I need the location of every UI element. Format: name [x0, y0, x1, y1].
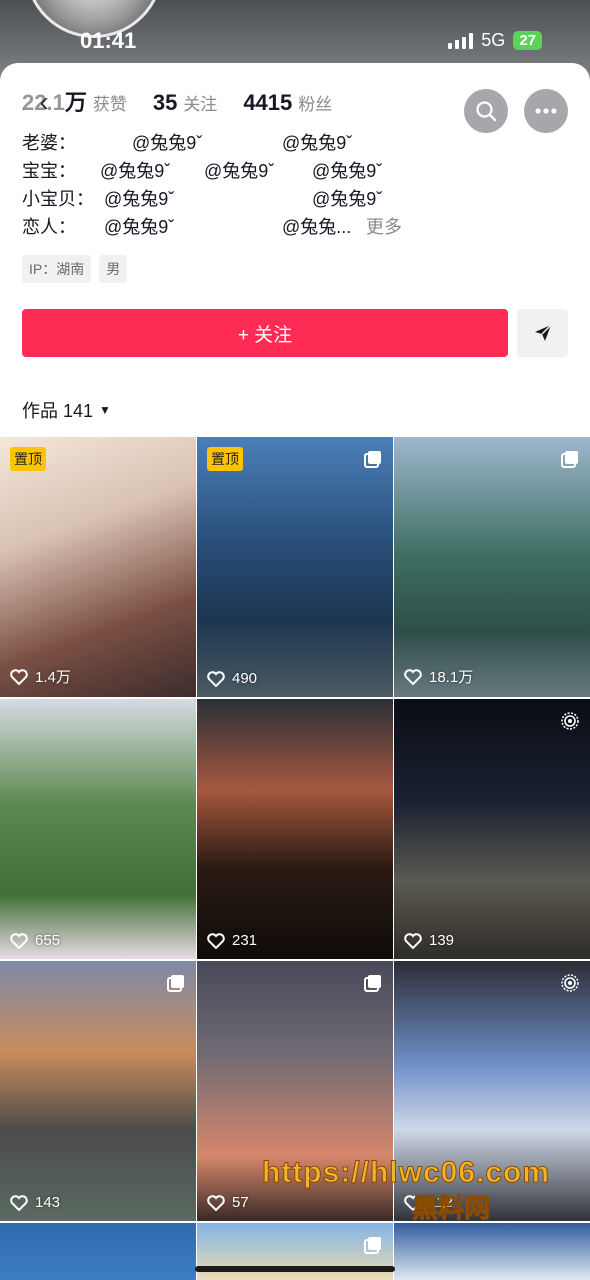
like-count: 655 [10, 932, 60, 949]
multi-image-icon [364, 975, 381, 992]
share-button[interactable] [517, 309, 568, 357]
relation-mention[interactable]: @兔兔9ˇ [104, 185, 174, 211]
heart-icon [10, 932, 28, 949]
video-thumbnail[interactable]: 139 [394, 699, 590, 959]
heart-icon [404, 668, 422, 685]
relation-mention[interactable]: @兔兔... [282, 213, 351, 239]
search-icon [476, 101, 497, 122]
multi-image-icon [561, 451, 578, 468]
relation-row: 宝宝： @兔兔9ˇ @兔兔9ˇ @兔兔9ˇ [22, 157, 442, 185]
video-grid: 置顶 1.4万 置顶 490 18.1万 655 231 139 143 57 [0, 437, 590, 1280]
like-count-value: 231 [232, 932, 258, 949]
like-count: 1.4万 [10, 666, 71, 687]
relation-label: 恋人： [22, 217, 76, 237]
like-count-value: 57 [232, 1194, 249, 1211]
gender-tag: 男 [99, 255, 128, 283]
relation-mention[interactable]: @兔兔9ˇ [100, 157, 170, 183]
back-chevron-icon[interactable]: ‹ [22, 80, 66, 124]
like-count-value: 143 [35, 1194, 61, 1211]
battery-level: 27 [519, 32, 536, 49]
pinned-badge: 置顶 [207, 447, 243, 471]
watermark-text: 黑料网 [412, 1193, 491, 1224]
following-label[interactable]: 关注 [183, 90, 217, 115]
relation-label: 宝宝： [22, 161, 76, 181]
caret-down-icon: ▼ [99, 403, 111, 417]
like-count-value: 655 [35, 932, 61, 949]
pinned-badge: 置顶 [10, 447, 46, 471]
profile-card: 22.1万 获赞 35 关注 4415 粉丝 老婆： @兔兔9ˇ @兔兔9ˇ 宝… [0, 63, 590, 1280]
more-dots-icon [535, 108, 557, 114]
video-thumbnail[interactable] [394, 1223, 590, 1280]
likes-label: 获赞 [92, 95, 127, 114]
relation-mention[interactable]: @兔兔9ˇ [312, 157, 382, 183]
more-button[interactable] [524, 89, 568, 133]
relations-list: 老婆： @兔兔9ˇ @兔兔9ˇ 宝宝： @兔兔9ˇ @兔兔9ˇ @兔兔9ˇ 小宝… [22, 129, 442, 241]
ip-tag: IP：湖南 [22, 255, 92, 283]
relation-mention[interactable]: @兔兔9ˇ [104, 213, 174, 239]
live-photo-icon [561, 974, 579, 992]
status-bar-right: 5G 27 [448, 30, 542, 51]
status-time: 01:41 [80, 28, 137, 53]
video-thumbnail[interactable]: 143 [0, 961, 196, 1221]
relation-mention[interactable]: @兔兔9ˇ [132, 129, 202, 155]
relation-mention[interactable]: @兔兔9ˇ [282, 129, 352, 155]
relation-row: 小宝贝： @兔兔9ˇ @兔兔9ˇ [22, 185, 442, 213]
following-count[interactable]: 35 [153, 90, 177, 116]
signal-icon [448, 32, 474, 49]
works-label: 作品 141 [22, 401, 94, 421]
profile-tags: IP：湖南 男 [22, 255, 128, 283]
video-thumbnail[interactable] [0, 1223, 196, 1280]
follow-button[interactable]: + 关注 [22, 309, 508, 357]
battery-icon: 27 [513, 31, 542, 50]
like-count-value: 18.1万 [429, 669, 474, 686]
search-button[interactable] [464, 89, 508, 133]
like-count: 139 [404, 932, 454, 949]
multi-image-icon [167, 975, 184, 992]
video-thumbnail[interactable]: 置顶 490 [197, 437, 393, 697]
relation-row: 老婆： @兔兔9ˇ @兔兔9ˇ [22, 129, 442, 157]
like-count: 18.1万 [404, 666, 473, 687]
watermark: https://hlwc06.com 黑料网 [261, 1156, 551, 1225]
video-thumbnail[interactable]: 231 [197, 699, 393, 959]
video-thumbnail[interactable]: 18.1万 [394, 437, 590, 697]
relation-label: 小宝贝： [22, 189, 94, 209]
like-count: 143 [10, 1194, 60, 1211]
relation-label: 老婆： [22, 133, 76, 153]
watermark-url: https://hlwc06.com [261, 1156, 551, 1190]
like-count-value: 1.4万 [35, 669, 71, 686]
followers-count[interactable]: 4415 [243, 90, 292, 116]
followers-label[interactable]: 粉丝 [298, 90, 332, 115]
heart-icon [207, 1194, 225, 1211]
network-type: 5G [481, 30, 506, 50]
heart-icon [10, 1194, 28, 1211]
home-indicator[interactable] [195, 1266, 395, 1272]
like-count: 231 [207, 932, 257, 949]
like-count: 57 [207, 1194, 249, 1211]
profile-stats: 22.1万 获赞 35 关注 4415 粉丝 [22, 85, 352, 117]
heart-icon [404, 932, 422, 949]
relation-mention[interactable]: @兔兔9ˇ [204, 157, 274, 183]
works-dropdown[interactable]: 作品 141 ▼ [22, 397, 111, 423]
like-count-value: 490 [232, 670, 258, 687]
heart-icon [207, 670, 225, 687]
heart-icon [10, 668, 28, 685]
share-arrow-icon [534, 324, 552, 341]
relation-mention[interactable]: @兔兔9ˇ [312, 185, 382, 211]
multi-image-icon [364, 1237, 381, 1254]
heart-icon [207, 932, 225, 949]
video-thumbnail[interactable]: 置顶 1.4万 [0, 437, 196, 697]
relation-row: 恋人： @兔兔9ˇ @兔兔... 更多 [22, 213, 442, 241]
more-link[interactable]: 更多 [366, 213, 402, 239]
like-count-value: 139 [429, 932, 455, 949]
live-photo-icon [561, 712, 579, 730]
multi-image-icon [364, 451, 381, 468]
like-count: 490 [207, 670, 257, 687]
video-thumbnail[interactable]: 655 [0, 699, 196, 959]
